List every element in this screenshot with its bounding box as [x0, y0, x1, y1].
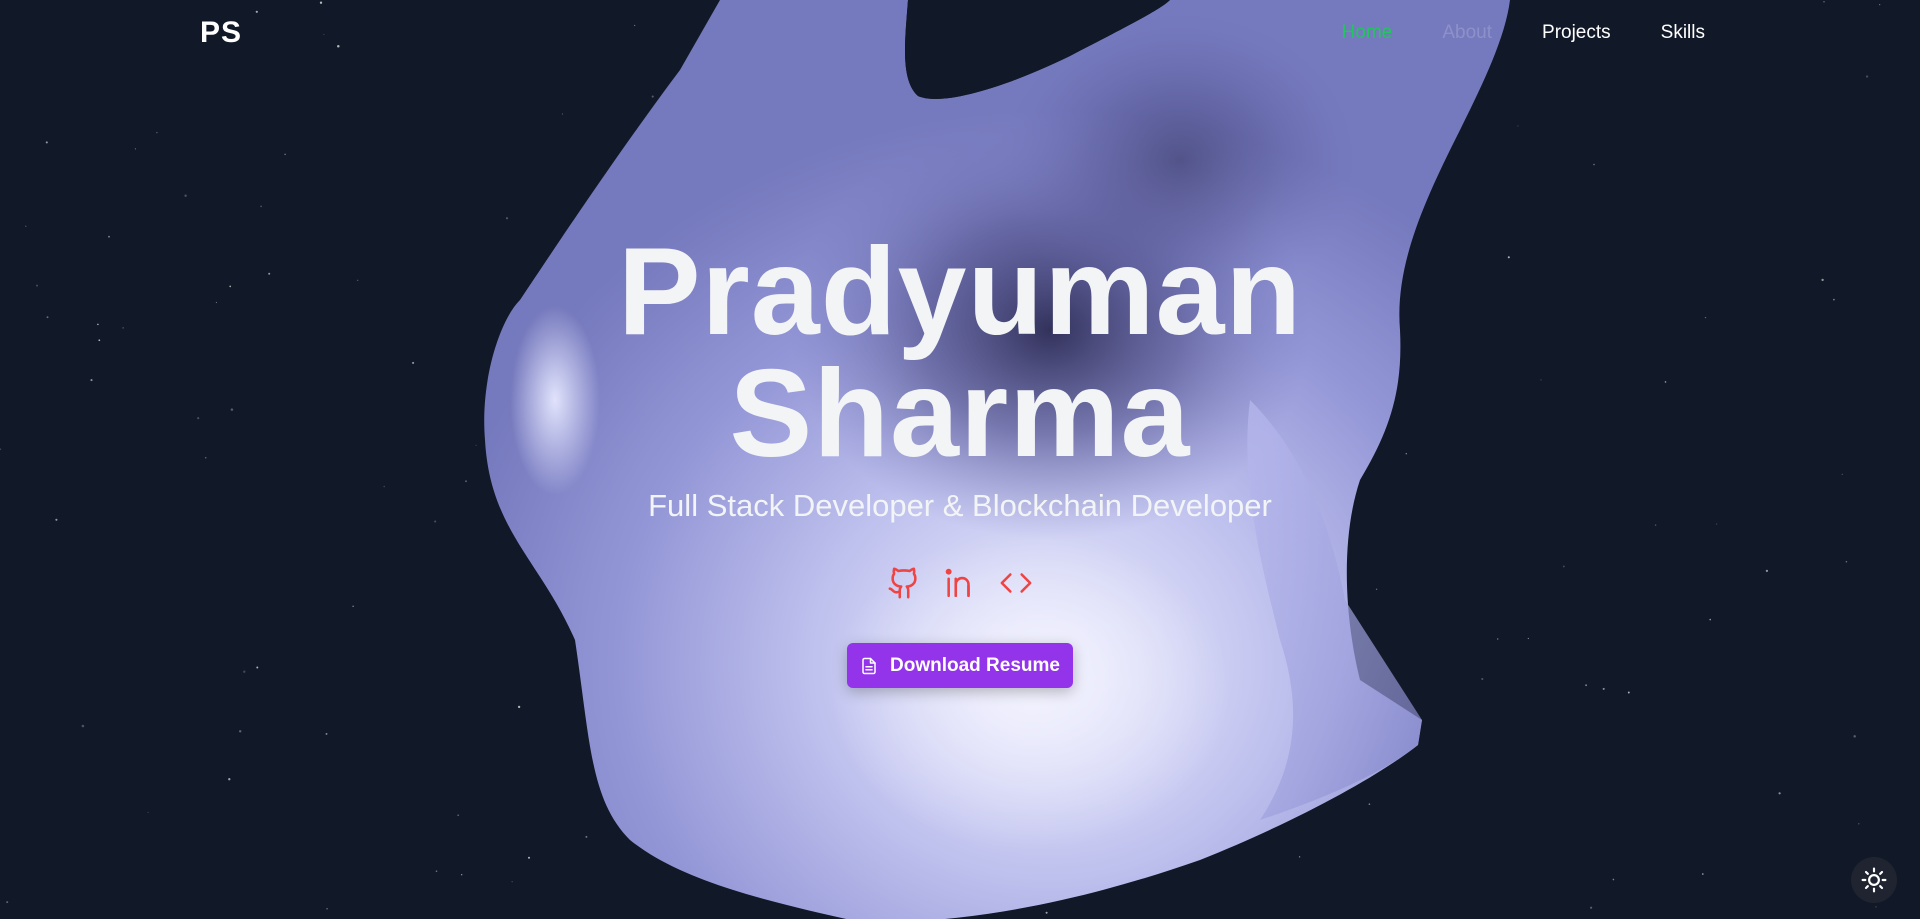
nav-link-home[interactable]: Home: [1342, 22, 1393, 44]
theme-toggle-button[interactable]: [1851, 857, 1897, 903]
sun-icon: [1861, 867, 1887, 893]
top-navigation: PS Home About Projects Skills: [0, 0, 1920, 70]
social-links: [0, 566, 1920, 600]
nav-links: Home About Projects Skills: [1342, 22, 1705, 44]
hero-subtitle: Full Stack Developer & Blockchain Develo…: [648, 488, 1272, 523]
nav-link-about[interactable]: About: [1442, 22, 1492, 44]
github-icon[interactable]: [887, 566, 921, 600]
site-logo[interactable]: PS: [200, 16, 242, 50]
download-resume-label: Download Resume: [890, 654, 1060, 676]
nav-link-projects[interactable]: Projects: [1542, 22, 1611, 44]
hero-name-first: Pradyuman: [617, 223, 1303, 361]
hero-name-last: Sharma: [729, 345, 1191, 483]
nav-link-skills[interactable]: Skills: [1661, 22, 1705, 44]
download-resume-button[interactable]: Download Resume: [847, 643, 1073, 688]
page: PS Home About Projects Skills Pradyuman …: [0, 0, 1920, 922]
file-icon: [862, 657, 876, 674]
code-icon[interactable]: [999, 566, 1033, 600]
linkedin-icon[interactable]: [943, 566, 977, 600]
